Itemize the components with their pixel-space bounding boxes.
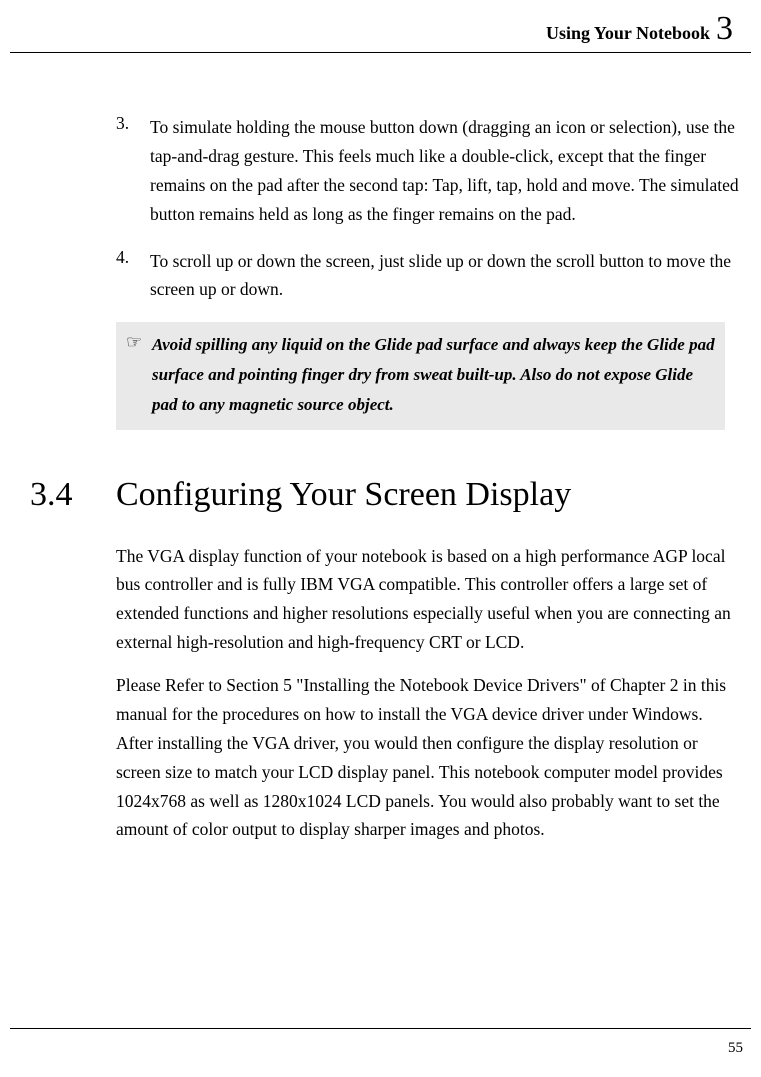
pointing-hand-icon: ☞: [126, 332, 152, 419]
page-number: 55: [728, 1040, 743, 1057]
section-heading: 3.4 Configuring Your Screen Display: [18, 476, 743, 514]
list-item-text: To scroll up or down the screen, just sl…: [150, 247, 743, 305]
header-chapter-title: Using Your Notebook: [546, 23, 710, 44]
body-paragraph: Please Refer to Section 5 "Installing th…: [116, 671, 743, 844]
page-header: Using Your Notebook 3: [10, 0, 751, 53]
list-item-number: 4.: [116, 247, 150, 305]
note-callout: ☞ Avoid spilling any liquid on the Glide…: [116, 322, 725, 429]
note-text: Avoid spilling any liquid on the Glide p…: [152, 330, 715, 419]
section-title: Configuring Your Screen Display: [116, 476, 571, 514]
header-chapter-number: 3: [716, 10, 733, 48]
section-number: 3.4: [18, 476, 116, 514]
footer-rule: [10, 1028, 751, 1029]
list-item: 4. To scroll up or down the screen, just…: [116, 247, 743, 305]
list-item-number: 3.: [116, 113, 150, 229]
list-item-text: To simulate holding the mouse button dow…: [150, 113, 743, 229]
list-item: 3. To simulate holding the mouse button …: [116, 113, 743, 229]
body-paragraph: The VGA display function of your noteboo…: [116, 542, 743, 658]
